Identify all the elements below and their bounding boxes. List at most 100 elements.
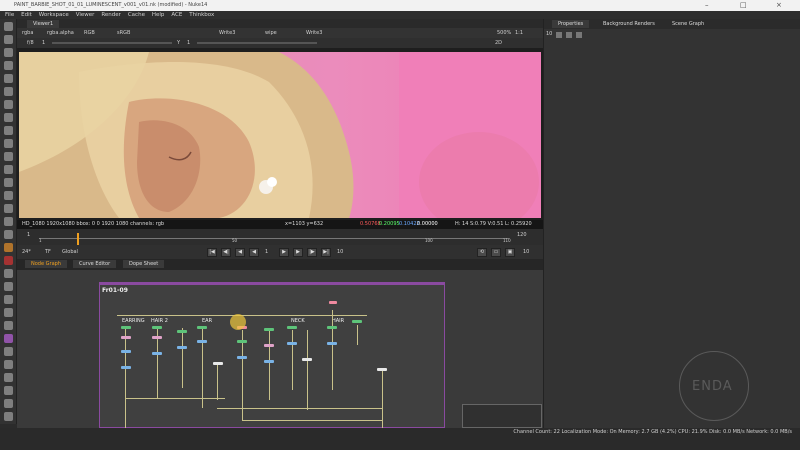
- gain-value[interactable]: 1: [42, 38, 45, 48]
- input-a-select[interactable]: Write3: [219, 28, 235, 38]
- last-frame-button[interactable]: ▶|: [321, 248, 331, 257]
- play-back-button[interactable]: ◀: [249, 248, 259, 257]
- view-mode-select[interactable]: 2D: [495, 38, 502, 48]
- zoom-select[interactable]: 500%: [497, 28, 511, 38]
- colorspace-select[interactable]: RGB: [84, 28, 95, 38]
- tool-h-icon[interactable]: [4, 386, 13, 395]
- tab-curve-editor[interactable]: Curve Editor: [73, 260, 117, 268]
- deep-icon[interactable]: [4, 230, 13, 239]
- play-button[interactable]: ▶: [279, 248, 289, 257]
- user-icon[interactable]: [4, 282, 13, 291]
- node[interactable]: [237, 340, 247, 343]
- tab-scene-graph[interactable]: Scene Graph: [666, 20, 711, 28]
- menu-viewer[interactable]: Viewer: [76, 11, 95, 19]
- next-key-button[interactable]: |▶: [307, 248, 317, 257]
- 3d-icon[interactable]: [4, 139, 13, 148]
- backdrop[interactable]: Fr01-09: [99, 282, 445, 428]
- node[interactable]: [287, 326, 297, 329]
- viewer-viewport[interactable]: [17, 48, 543, 220]
- fstop-label[interactable]: f/8: [27, 38, 34, 48]
- tool-a-icon[interactable]: [4, 295, 13, 304]
- tab-node-graph[interactable]: Node Graph: [25, 260, 67, 268]
- tool-e-icon[interactable]: [4, 347, 13, 356]
- color-icon[interactable]: [4, 74, 13, 83]
- keyer-icon[interactable]: [4, 100, 13, 109]
- node[interactable]: [121, 366, 131, 369]
- frame-start[interactable]: 1: [27, 231, 30, 239]
- scope-select[interactable]: Global: [62, 245, 78, 259]
- prev-frame-button[interactable]: ◀: [235, 248, 245, 257]
- prev-key-button[interactable]: ◀|: [221, 248, 231, 257]
- node[interactable]: [302, 358, 312, 361]
- image-icon[interactable]: [4, 22, 13, 31]
- views-icon[interactable]: [4, 152, 13, 161]
- furnace-icon[interactable]: [4, 204, 13, 213]
- properties-count[interactable]: 10: [546, 29, 552, 39]
- float-panel-icon[interactable]: [566, 32, 572, 38]
- menu-cache[interactable]: Cache: [128, 11, 145, 19]
- clear-panel-icon[interactable]: [556, 32, 562, 38]
- tab-background-renders[interactable]: Background Renders: [597, 20, 661, 28]
- tab-properties[interactable]: Properties: [552, 20, 590, 28]
- menu-workspace[interactable]: Workspace: [39, 11, 69, 19]
- node[interactable]: [264, 328, 274, 331]
- menu-help[interactable]: Help: [152, 11, 165, 19]
- node[interactable]: [121, 350, 131, 353]
- tab-dope-sheet[interactable]: Dope Sheet: [123, 260, 165, 268]
- node[interactable]: [329, 301, 337, 304]
- tf-select[interactable]: TF: [45, 245, 51, 259]
- node[interactable]: [287, 342, 297, 345]
- node[interactable]: [177, 330, 187, 333]
- ratio-select[interactable]: 1:1: [515, 28, 523, 38]
- tool-c-icon[interactable]: [4, 321, 13, 330]
- tab-viewer1[interactable]: Viewer1: [27, 20, 60, 28]
- gizmo-icon[interactable]: [4, 269, 13, 278]
- lock-icon[interactable]: ▣: [505, 248, 515, 257]
- playhead[interactable]: [76, 233, 79, 245]
- node[interactable]: [237, 356, 247, 359]
- step-value[interactable]: 10: [337, 245, 343, 259]
- frame-end[interactable]: 120: [517, 231, 527, 239]
- alpha-select[interactable]: rgba.alpha: [47, 28, 74, 38]
- input-b-select[interactable]: Write3: [306, 28, 322, 38]
- fps-select[interactable]: 24*: [22, 245, 31, 259]
- node[interactable]: [264, 360, 274, 363]
- merge-icon[interactable]: [4, 113, 13, 122]
- channels-select[interactable]: rgba: [22, 28, 33, 38]
- first-frame-button[interactable]: |◀: [207, 248, 217, 257]
- node[interactable]: [213, 362, 223, 365]
- node[interactable]: [197, 340, 207, 343]
- draw-icon[interactable]: [4, 35, 13, 44]
- channel-icon[interactable]: [4, 61, 13, 70]
- tool-g-icon[interactable]: [4, 373, 13, 382]
- node[interactable]: [197, 326, 207, 329]
- gamma-value[interactable]: 1: [187, 38, 190, 48]
- metadata-icon[interactable]: [4, 165, 13, 174]
- other-icon[interactable]: [4, 191, 13, 200]
- maximize-icon[interactable]: □: [740, 1, 747, 9]
- menu-thinkbox[interactable]: Thinkbox: [189, 11, 214, 19]
- minimize-icon[interactable]: –: [705, 1, 709, 9]
- node[interactable]: [121, 326, 131, 329]
- tool-b-icon[interactable]: [4, 308, 13, 317]
- wipe-select[interactable]: wipe: [265, 28, 277, 38]
- node[interactable]: [327, 326, 337, 329]
- node[interactable]: [152, 336, 162, 339]
- increment-value[interactable]: 10: [523, 245, 529, 259]
- toolsets-icon[interactable]: [4, 178, 13, 187]
- loop-icon[interactable]: ⟲: [477, 248, 487, 257]
- menu-ace[interactable]: ACE: [171, 11, 182, 19]
- plugin-red-icon[interactable]: [4, 256, 13, 265]
- node[interactable]: [327, 342, 337, 345]
- plugin-icon[interactable]: [4, 243, 13, 252]
- node[interactable]: [264, 344, 274, 347]
- current-frame[interactable]: 1: [265, 245, 268, 259]
- menu-render[interactable]: Render: [101, 11, 121, 19]
- tool-j-icon[interactable]: [4, 412, 13, 421]
- gamma-slider[interactable]: [197, 42, 317, 44]
- display-select[interactable]: sRGB: [117, 28, 130, 38]
- filter-icon[interactable]: [4, 87, 13, 96]
- timeline-track[interactable]: [39, 238, 509, 239]
- menu-file[interactable]: File: [5, 11, 14, 19]
- particles-icon[interactable]: [4, 217, 13, 226]
